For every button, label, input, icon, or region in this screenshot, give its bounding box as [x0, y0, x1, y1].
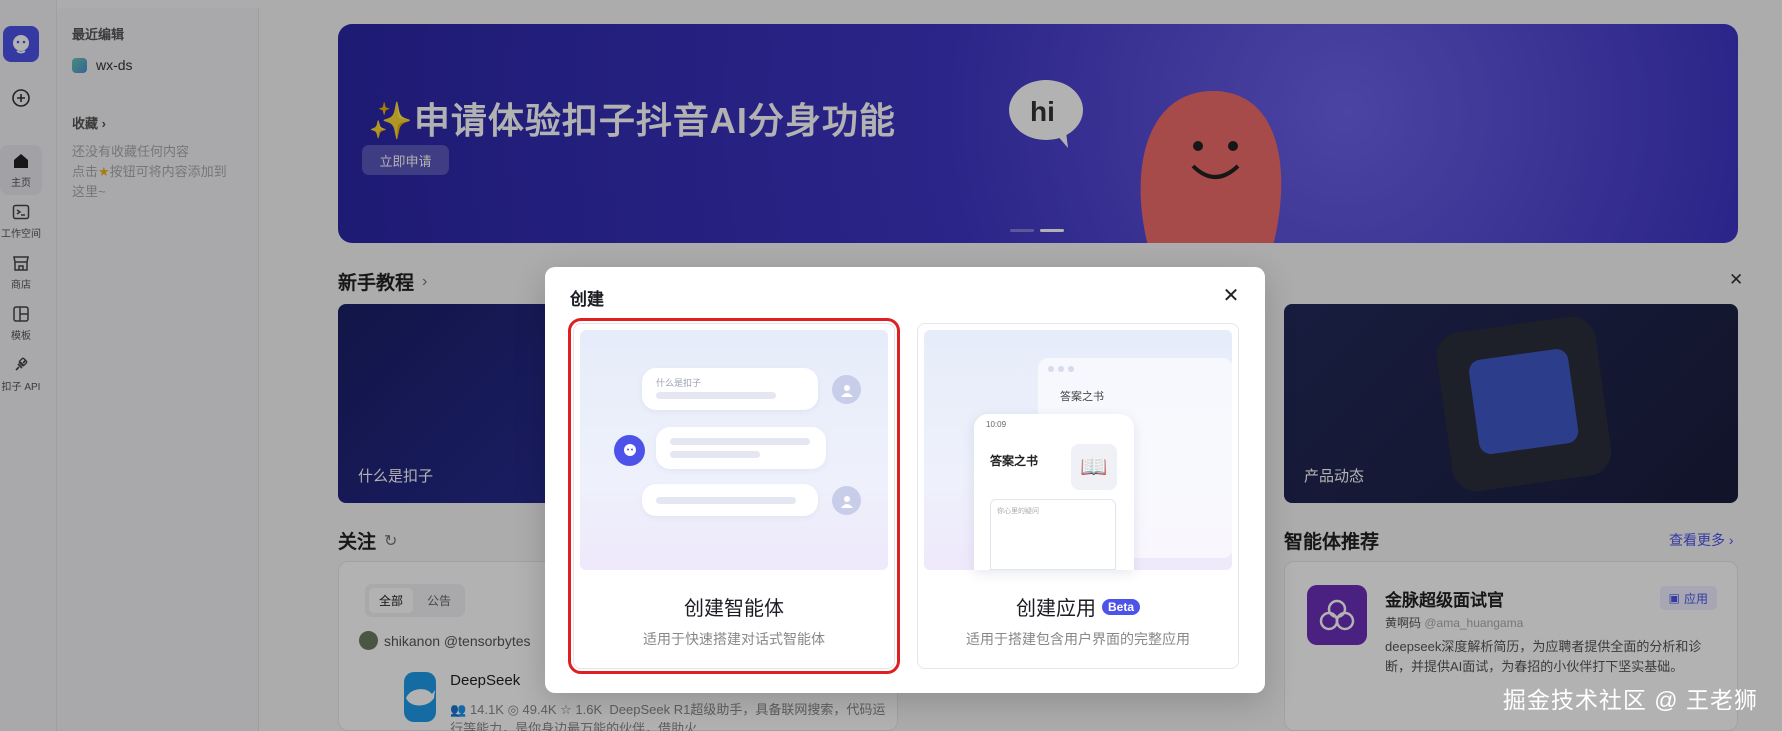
- window-dots: [1048, 366, 1074, 372]
- bubble-line: [656, 392, 776, 399]
- chat-bubble: [656, 427, 826, 469]
- chat-bubble: 什么是扣子: [642, 368, 818, 410]
- window-dot: [1048, 366, 1054, 372]
- user-avatar-icon: [832, 375, 861, 404]
- phone-time: 10:09: [986, 420, 1007, 429]
- agent-illustration: 什么是扣子: [580, 330, 888, 570]
- phone-mock: 10:09 答案之书 📖 你心里的疑问: [974, 414, 1134, 570]
- watermark: 掘金技术社区 @ 王老狮: [1502, 687, 1758, 713]
- bubble-hint: 什么是扣子: [656, 378, 702, 388]
- create-dialog: 创建 ✕ 什么是扣子 创建智能体 适用于快速搭建对话式智能体 答案之书 10:0…: [545, 267, 1265, 693]
- window-dot: [1068, 366, 1074, 372]
- close-icon[interactable]: ✕: [1220, 284, 1242, 307]
- bubble-line: [670, 451, 760, 458]
- option-name: 创建智能体: [684, 598, 784, 620]
- phone-input: 你心里的疑问: [990, 499, 1116, 570]
- window-title: 答案之书: [1060, 391, 1104, 403]
- option-name: 创建应用 Beta: [918, 592, 1238, 621]
- option-name-text: 创建应用: [1015, 598, 1096, 620]
- beta-badge: Beta: [1101, 598, 1140, 615]
- app-illustration: 答案之书 10:09 答案之书 📖 你心里的疑问: [924, 330, 1233, 570]
- option-desc: 适用于快速搭建对话式智能体: [643, 631, 825, 647]
- bubble-line: [656, 497, 796, 504]
- chat-bubble: [642, 484, 818, 516]
- bot-avatar-icon: [614, 435, 645, 466]
- book-icon: 📖: [1071, 444, 1117, 490]
- phone-title: 答案之书: [990, 454, 1039, 468]
- user-avatar-icon: [832, 486, 861, 515]
- bubble-line: [670, 438, 810, 445]
- create-app-option[interactable]: 答案之书 10:09 答案之书 📖 你心里的疑问 创建应用 Beta 适用于搭建…: [917, 323, 1239, 669]
- dialog-title: 创建: [570, 290, 604, 309]
- option-desc: 适用于搭建包含用户界面的完整应用: [966, 631, 1190, 647]
- phone-input-hint: 你心里的疑问: [997, 508, 1039, 515]
- window-dot: [1058, 366, 1064, 372]
- create-agent-option[interactable]: 什么是扣子 创建智能体 适用于快速搭建对话式智能体: [568, 318, 900, 674]
